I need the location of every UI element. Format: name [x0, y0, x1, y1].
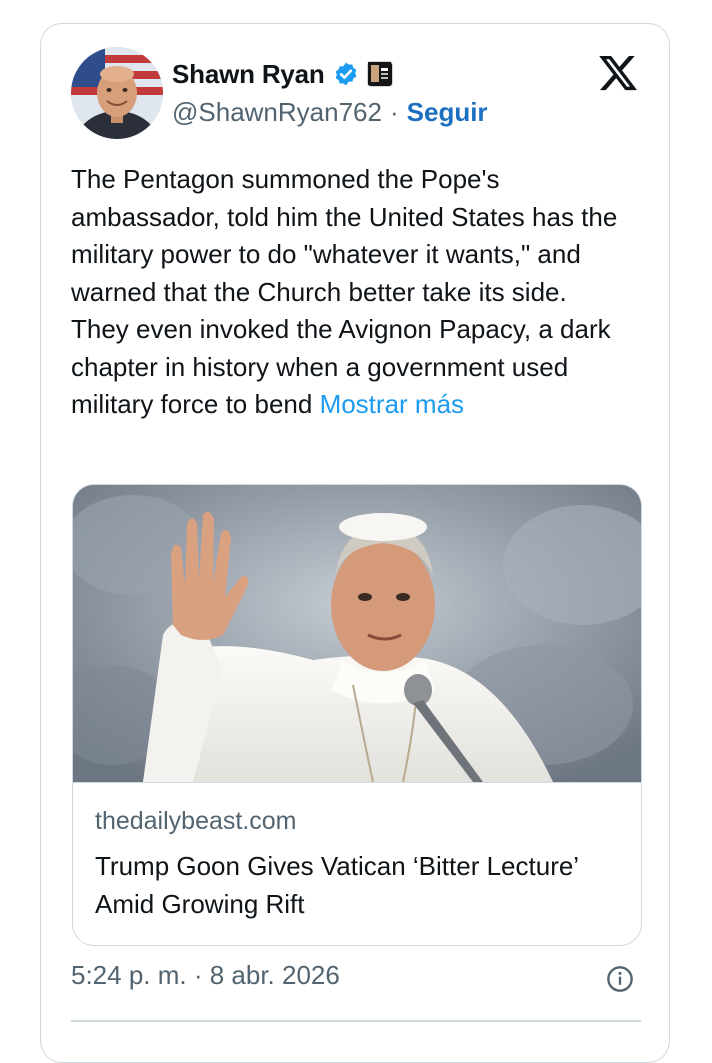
link-domain: thedailybeast.com [95, 807, 297, 835]
tweet-embed-card: Shawn Ryan @ShawnRyan762 · Seguir The Pe… [40, 23, 670, 1063]
author-handle-row: @ShawnRyan762 · Seguir [172, 94, 488, 130]
tweet-paragraph-1: The Pentagon summoned the Pope's ambassa… [71, 164, 618, 307]
link-preview-card[interactable]: thedailybeast.com Trump Goon Gives Vatic… [72, 484, 642, 946]
info-icon[interactable] [606, 965, 634, 993]
x-logo-icon[interactable] [597, 52, 639, 94]
follow-button[interactable]: Seguir [407, 97, 488, 128]
tweet-text: The Pentagon summoned the Pope's ambassa… [71, 161, 651, 424]
affiliate-badge-icon[interactable] [366, 61, 393, 87]
show-more-link[interactable]: Mostrar más [320, 389, 464, 419]
tweet-timestamp[interactable]: 5:24 p. m. · 8 abr. 2026 [71, 960, 340, 991]
author-name-row: Shawn Ryan [172, 54, 393, 94]
author-handle[interactable]: @ShawnRyan762 [172, 97, 382, 128]
link-preview-meta: thedailybeast.com Trump Goon Gives Vatic… [73, 782, 641, 919]
link-preview-image[interactable] [73, 485, 641, 783]
verified-badge-icon [333, 61, 359, 87]
avatar-image [71, 47, 163, 139]
link-title[interactable]: Trump Goon Gives Vatican ‘Bitter Lecture… [95, 847, 625, 923]
footer-divider [71, 1020, 641, 1022]
separator-dot: · [389, 96, 399, 127]
author-display-name[interactable]: Shawn Ryan [172, 59, 325, 90]
tweet-paragraph-2: They even invoked the Avignon Papacy, a … [71, 311, 651, 424]
author-avatar[interactable] [71, 47, 163, 139]
